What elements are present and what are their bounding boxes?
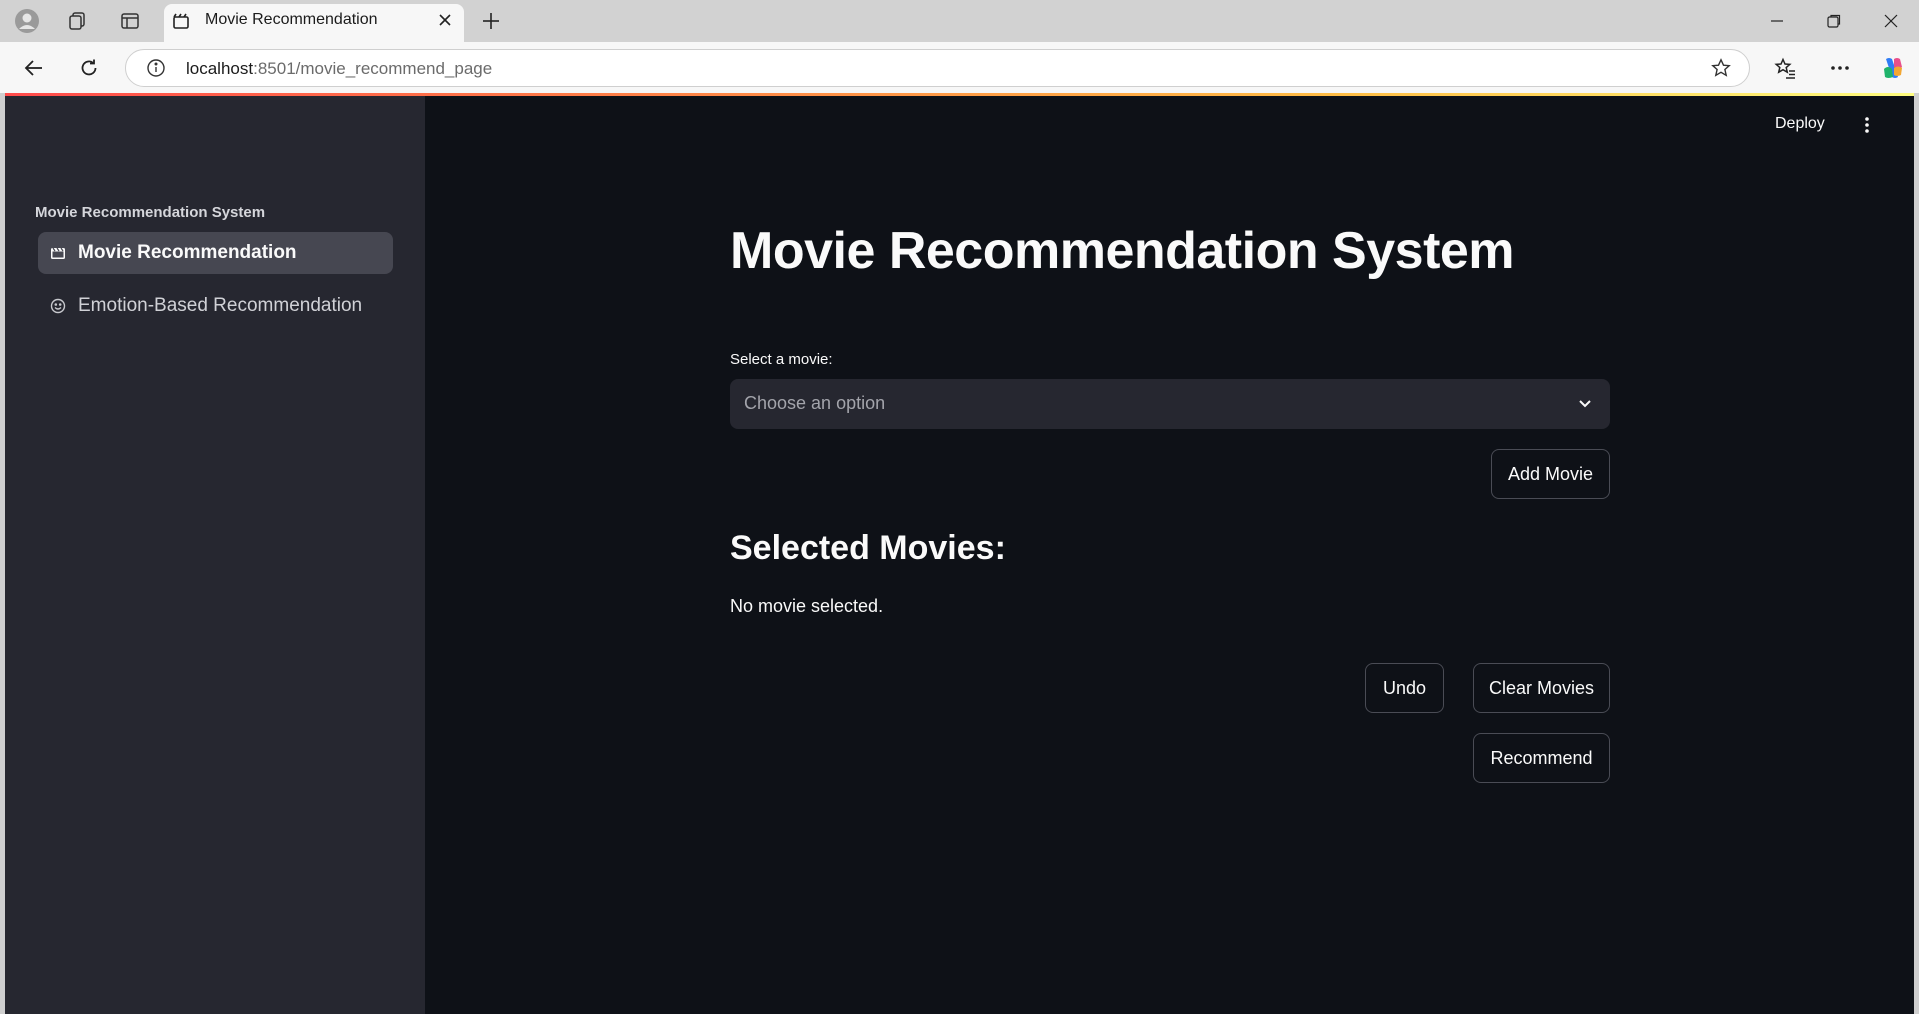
tab-title: Movie Recommendation — [205, 11, 378, 28]
new-tab-icon[interactable] — [476, 7, 506, 35]
sidebar: Movie Recommendation System Movie Recomm… — [5, 96, 425, 1014]
close-window-icon[interactable] — [1871, 7, 1911, 35]
close-tab-icon[interactable] — [434, 9, 456, 31]
favorite-star-icon[interactable] — [1711, 58, 1731, 83]
browser-toolbar: localhost:8501/movie_recommend_page — [0, 42, 1919, 93]
clapperboard-icon — [172, 12, 190, 35]
sidebar-item-label: Emotion-Based Recommendation — [78, 295, 363, 316]
add-movie-button[interactable]: Add Movie — [1491, 449, 1610, 499]
movie-select[interactable]: Choose an option — [730, 379, 1610, 429]
select-movie-label: Select a movie: — [730, 351, 833, 368]
tab-actions-icon[interactable] — [115, 7, 145, 35]
url-text: localhost:8501/movie_recommend_page — [186, 59, 492, 79]
selected-movies-heading: Selected Movies: — [730, 529, 1006, 567]
sidebar-item-label: Movie Recommendation — [78, 242, 297, 263]
more-options-icon[interactable] — [1824, 52, 1856, 84]
url-path: :8501/movie_recommend_page — [253, 59, 493, 78]
main-content: Movie Recommendation System Select a mov… — [730, 93, 1615, 993]
recommend-button[interactable]: Recommend — [1473, 733, 1610, 783]
no-movie-message: No movie selected. — [730, 596, 884, 616]
address-bar[interactable]: localhost:8501/movie_recommend_page — [125, 49, 1750, 87]
minimize-icon[interactable] — [1757, 7, 1797, 35]
smiley-icon — [48, 296, 68, 316]
site-info-icon[interactable] — [146, 58, 166, 83]
sidebar-heading: Movie Recommendation System — [35, 204, 266, 221]
clear-movies-button[interactable]: Clear Movies — [1473, 663, 1610, 713]
sidebar-item-movie-recommendation[interactable]: Movie Recommendation — [38, 232, 393, 274]
movie-icon — [48, 243, 68, 263]
url-host: localhost — [186, 59, 254, 78]
page-title: Movie Recommendation System — [730, 222, 1515, 280]
browser-tab-bar: Movie Recommendation — [0, 0, 1919, 42]
back-icon[interactable] — [18, 52, 50, 84]
app-viewport: Movie Recommendation System Movie Recomm… — [5, 93, 1914, 1014]
profile-icon[interactable] — [12, 7, 42, 35]
undo-button[interactable]: Undo — [1365, 663, 1444, 713]
main-menu-icon[interactable] — [1857, 113, 1877, 137]
refresh-icon[interactable] — [73, 52, 105, 84]
chevron-down-icon — [1576, 394, 1594, 417]
favorites-icon[interactable] — [1769, 52, 1801, 84]
collections-icon[interactable] — [62, 7, 92, 35]
restore-icon[interactable] — [1814, 7, 1854, 35]
deploy-button[interactable]: Deploy — [1775, 115, 1825, 133]
copilot-icon[interactable] — [1877, 52, 1909, 84]
sidebar-item-emotion-based-recommendation[interactable]: Emotion-Based Recommendation — [38, 285, 393, 327]
select-placeholder: Choose an option — [744, 393, 886, 413]
